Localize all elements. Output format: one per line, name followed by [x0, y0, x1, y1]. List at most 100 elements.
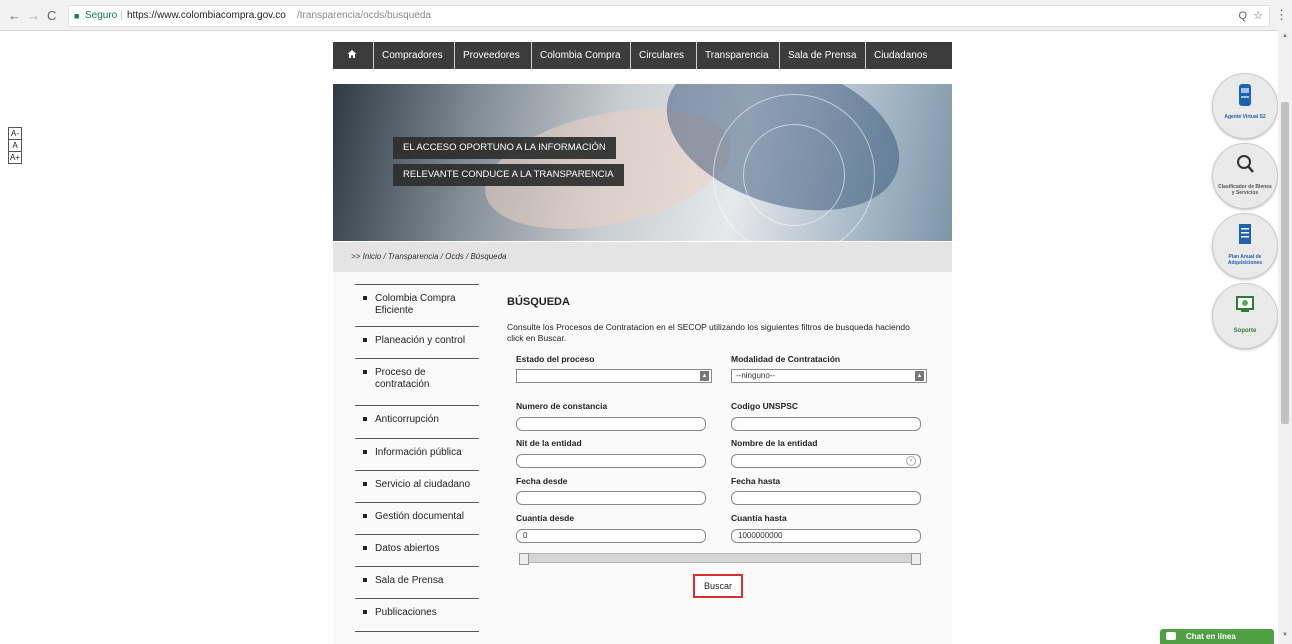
constancia-input[interactable] [516, 417, 706, 431]
cuantia-hasta-label: Cuantía hasta [731, 513, 787, 523]
nit-label: Nit de la entidad [516, 438, 582, 448]
support-icon [1236, 296, 1254, 312]
nav-item-transparencia[interactable]: Transparencia [696, 42, 769, 69]
clear-icon[interactable]: × [906, 456, 916, 466]
banner-caption-line2: RELEVANTE CONDUCE A LA TRANSPARENCIA [393, 164, 624, 186]
fecha-desde-input[interactable] [516, 491, 706, 505]
estado-label: Estado del proceso [516, 354, 595, 364]
banner-caption-line1: EL ACCESO OPORTUNO A LA INFORMACIÓN [393, 137, 616, 159]
url-host: https://www.colombiacompra.gov.co [127, 10, 286, 21]
bookmark-star-icon[interactable]: ☆ [1253, 6, 1263, 26]
sidebar-item-label: Gestión documental [375, 511, 464, 522]
sidebar-item-informacion-publica[interactable]: Información pública [355, 438, 479, 471]
soporte-label: Soporte [1233, 328, 1257, 334]
clasificador-widget[interactable]: Clasificador de Bienes y Servicios [1212, 143, 1278, 209]
modalidad-label: Modalidad de Contratación [731, 354, 841, 364]
bullet-icon [363, 610, 367, 614]
chat-bubble-icon [1166, 632, 1176, 640]
cuantia-hasta-input[interactable]: 1000000000 [731, 529, 921, 543]
browser-menu-icon[interactable]: ⋮ [1275, 7, 1288, 23]
estado-select[interactable]: ▲ [516, 369, 712, 383]
sidebar-item-colombia-compra-eficiente[interactable]: Colombia Compra Eficiente [355, 284, 479, 323]
cuantia-hasta-value: 1000000000 [738, 531, 783, 540]
address-bar[interactable]: ■ Seguro | https://www.colombiacompra.go… [68, 5, 1270, 27]
sidebar-item-label: Datos abiertos [375, 543, 440, 554]
breadcrumb: >> Inicio / Transparencia / Ocds / Búsqu… [333, 242, 952, 272]
home-icon[interactable] [347, 48, 357, 62]
dropdown-arrow-icon: ▲ [700, 371, 709, 381]
magnifier-icon [1237, 155, 1254, 173]
nombre-entidad-label: Nombre de la entidad [731, 438, 818, 448]
sidebar-item-label: Proceso de contratación [375, 367, 430, 390]
bullet-icon [363, 514, 367, 518]
sidebar-item-label: Planeación y control [375, 335, 466, 346]
slider-handle-min[interactable] [519, 553, 529, 565]
breadcrumb-text[interactable]: >> Inicio / Transparencia / Ocds / Búsqu… [333, 252, 507, 261]
sidebar-item-planeacion[interactable]: Planeación y control [355, 326, 479, 359]
scroll-down-icon[interactable]: ▼ [1282, 632, 1288, 638]
sidebar-item-label: Publicaciones [375, 607, 437, 618]
sidebar-item-publicaciones[interactable]: Publicaciones [355, 598, 479, 632]
nav-item-colombia-compra[interactable]: Colombia Compra [531, 42, 621, 69]
plan-anual-widget[interactable]: Plan Anual de Adquisiciones [1212, 213, 1278, 279]
sidebar-item-label: Servicio al ciudadano [375, 479, 471, 490]
back-button[interactable]: ← [8, 8, 21, 23]
clasificador-label: Clasificador de Bienes y Servicios [1218, 184, 1272, 196]
unspsc-label: Codigo UNSPSC [731, 401, 799, 411]
sidebar-item-gestion-documental[interactable]: Gestión documental [355, 502, 479, 535]
nav-item-sala-de-prensa[interactable]: Sala de Prensa [779, 42, 856, 69]
sidebar-item-anticorrupcion[interactable]: Anticorrupción [355, 405, 479, 438]
fecha-hasta-label: Fecha hasta [731, 476, 781, 486]
agente-virtual-label: Agente Virtual S2 [1224, 114, 1266, 120]
fecha-hasta-input[interactable] [731, 491, 921, 505]
nombre-entidad-input[interactable]: × [731, 454, 921, 468]
chat-en-linea-button[interactable]: Chat en línea [1160, 629, 1274, 644]
plan-anual-label: Plan Anual de Adquisiciones [1227, 254, 1263, 266]
cuantia-desde-input[interactable]: 0 [516, 529, 706, 543]
dropdown-arrow-icon: ▲ [915, 371, 924, 381]
reload-button[interactable]: C [47, 8, 56, 23]
fecha-desde-label: Fecha desde [516, 476, 568, 486]
page-title: BÚSQUEDA [507, 296, 570, 308]
page-scrollbar[interactable]: ▲ ▼ [1278, 30, 1292, 644]
bullet-icon [363, 417, 367, 421]
sidebar-item-label: Anticorrupción [375, 414, 439, 425]
secure-label: Seguro [85, 10, 118, 21]
sidebar-item-label: Información pública [375, 447, 462, 458]
bullet-icon [363, 296, 367, 300]
sidebar-item-label: Sala de Prensa [375, 575, 444, 586]
soporte-widget[interactable]: Soporte [1212, 283, 1278, 349]
cuantia-range-slider[interactable] [519, 553, 921, 565]
bullet-icon [363, 482, 367, 486]
forward-button[interactable]: → [27, 8, 40, 23]
main-navigation: Compradores Proveedores Colombia Compra … [333, 42, 952, 69]
nav-item-circulares[interactable]: Circulares [630, 42, 684, 69]
buscar-button[interactable]: Buscar [693, 574, 743, 598]
slider-handle-max[interactable] [911, 553, 921, 565]
sidebar-item-datos-abiertos[interactable]: Datos abiertos [355, 534, 479, 567]
nav-item-proveedores[interactable]: Proveedores [454, 42, 520, 69]
nit-input[interactable] [516, 454, 706, 468]
bullet-icon [363, 578, 367, 582]
zoom-icon[interactable]: Q [1238, 6, 1247, 26]
decorative-ring-inner [743, 124, 845, 226]
url-separator: | [120, 10, 123, 21]
sidebar-item-proceso-contratacion[interactable]: Proceso de contratación [355, 358, 479, 397]
nav-item-compradores[interactable]: Compradores [373, 42, 443, 69]
agente-virtual-widget[interactable]: Agente Virtual S2 [1212, 73, 1278, 139]
modalidad-value: --ninguno-- [736, 371, 776, 380]
nav-item-ciudadanos[interactable]: Ciudadanos [865, 42, 927, 69]
constancia-label: Numero de constancia [516, 401, 608, 411]
modalidad-select[interactable]: --ninguno-- ▲ [731, 369, 927, 383]
cuantia-desde-value: 0 [523, 531, 528, 540]
bullet-icon [363, 338, 367, 342]
sidebar-item-servicio-ciudadano[interactable]: Servicio al ciudadano [355, 470, 479, 503]
unspsc-input[interactable] [731, 417, 921, 431]
font-increase-button[interactable]: A+ [8, 151, 22, 164]
cuantia-desde-label: Cuantía desde [516, 513, 575, 523]
url-path: /transparencia/ocds/busqueda [297, 10, 431, 21]
scroll-up-icon[interactable]: ▲ [1282, 33, 1288, 39]
sidebar-item-sala-de-prensa[interactable]: Sala de Prensa [355, 566, 479, 599]
scrollbar-thumb[interactable] [1281, 102, 1289, 424]
robot-icon [1239, 84, 1251, 106]
